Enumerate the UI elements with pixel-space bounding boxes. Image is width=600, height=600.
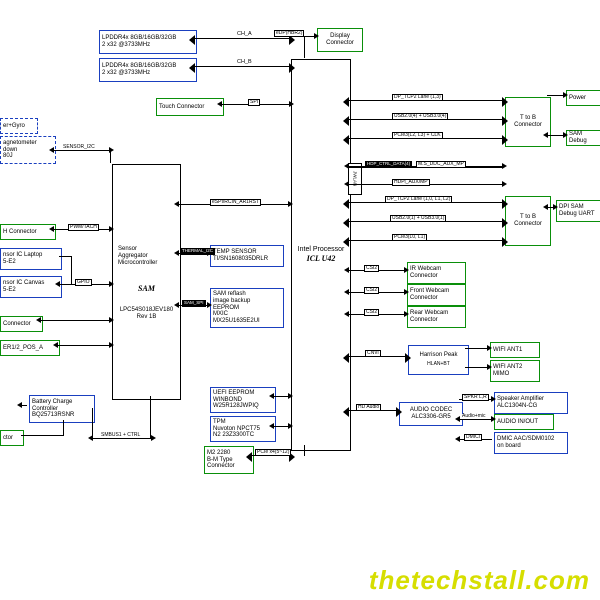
label-msddc: M.S_DDC_AUX_MP	[416, 161, 466, 168]
label-pcie23: PCIe3(L2, L3) + CLK	[392, 132, 443, 139]
dpi-sam-conn: DPI SAMDebug UART	[556, 200, 600, 222]
power-conn: Power	[566, 90, 600, 106]
label-espi: eSPI/RCIN_AR1RST	[210, 199, 261, 206]
smbus-v2	[92, 408, 93, 438]
gyro-block: er+Gyro	[0, 118, 38, 134]
watermark: thetechstall.com	[369, 565, 590, 596]
label-aiom: Audio+mic	[461, 414, 486, 419]
display-connector: DisplayConnector	[317, 28, 363, 52]
sam-part: LPC54S018JEV180Rev 1B	[120, 307, 173, 321]
hlan-label: HLAN+BT	[427, 362, 450, 368]
label-spkr: SPKR L,R	[462, 394, 489, 401]
gpio-v	[71, 256, 72, 284]
sam-debug-conn: SAM Debug	[566, 130, 600, 146]
wifi-ant2: WIFI ANT2MIMO	[490, 360, 540, 382]
tpm: TPMNuvoton NPCT75N2 23Z3300TC	[210, 416, 276, 442]
temp-sensor: TEMP SENSORTI/SN1608035DRLR	[210, 245, 284, 267]
touch-connector: Touch Connector	[156, 98, 224, 116]
harrison-peak: Harrison Peak HLAN+BT	[408, 345, 469, 375]
wifi-ant1: WIFI ANT1	[490, 342, 540, 358]
line-posa	[57, 345, 110, 346]
label-cnvi: CNVi	[365, 350, 381, 357]
label-csi2a: CSI2	[364, 265, 379, 272]
ir-webcam: IR WebcamConnector	[407, 262, 466, 284]
bus-smbus	[92, 438, 152, 439]
label-smbus: SMBUS1 + CTRL	[100, 433, 141, 438]
label-dp-tcp-1: DP_TCP2 Lane (1,3)	[392, 94, 443, 101]
line-tpm	[273, 426, 289, 427]
line-m2v	[304, 445, 305, 456]
label-ch-b: CH_B	[236, 60, 253, 66]
uefi-eeprom: UEFI EEPROMWINBONDW25R128JWPIQ	[210, 387, 276, 413]
sam-desc: SensorAggregatorMicrocontroller	[115, 243, 160, 270]
line-batt-v	[63, 420, 64, 436]
label-edp: eDP(HBR2)	[274, 30, 304, 37]
cpu-model: ICL U42	[307, 254, 336, 263]
line-batt-l	[21, 405, 27, 406]
sensor-canvas: nsor IC Canvas5-E2	[0, 276, 62, 298]
line-batt-b	[21, 435, 64, 436]
label-hdaudio: HD Audio	[356, 404, 381, 411]
label-pwm: PWM/TACH	[68, 224, 99, 231]
label-ch-a: CH_A	[236, 32, 253, 38]
magnetometer-block: agnetometerdown80J	[0, 136, 56, 164]
pos-a: ER1/2_POS_A	[0, 340, 60, 356]
conn-h: H Connector	[0, 224, 56, 240]
label-hdpi-aux: HDPi_AUX/MP	[392, 179, 430, 186]
line-wifi1	[465, 348, 488, 349]
line-conn3	[40, 320, 110, 321]
label-usb34: USB2.0(4) + USB3.0(4)	[392, 113, 448, 120]
line-wifi2	[465, 367, 488, 368]
harrison-label: Harrison Peak	[419, 352, 457, 359]
dmic: DMIC AAC/SDM0102on board	[494, 432, 568, 454]
line-samdebug	[547, 135, 564, 136]
sam-block: SensorAggregatorMicrocontroller SAM LPC5…	[112, 164, 181, 400]
label-usb31: USB2.0(1) + USB3.0(1)	[390, 215, 446, 222]
bus-ch-a	[194, 38, 290, 39]
cpu-block: Intel Processor ICL U42	[291, 59, 351, 451]
label-csi2b: CSI2	[364, 287, 379, 294]
line-uefi	[273, 396, 289, 397]
label-pcie45: PCIe x4(5~12)	[255, 449, 291, 456]
label-thermal: THERMAL_I2C	[180, 248, 215, 255]
rear-webcam: Rear WebcamConnector	[407, 306, 466, 328]
bus-edp-h	[304, 36, 315, 37]
line-dpisam	[547, 207, 554, 208]
t2b-conn-1: T to BConnector	[505, 97, 551, 147]
line-power	[547, 95, 564, 96]
sam-reflash: SAM reflashimage backupEEPROMMXICMX25U16…	[210, 288, 284, 328]
smbus-v	[150, 396, 151, 438]
v1	[110, 150, 111, 163]
ctor: ctor	[0, 430, 24, 446]
bus-edp-v	[304, 36, 305, 58]
sensor-laptop: nsor IC Laptop5-E2	[0, 248, 62, 270]
label-hdpctrl: HDP_CTRL_DATA(4)	[365, 161, 412, 168]
sam-name: SAM	[138, 284, 155, 293]
line-aio	[459, 419, 492, 420]
label-dp-tcp-2: DP_TCP2 Lane (1,0, L1, L2)	[385, 196, 452, 203]
bus-sensor-i2c	[53, 150, 110, 151]
label-sensori2c: SENSOR_I2C	[62, 145, 96, 150]
label-dmici: DMICi	[464, 434, 482, 441]
gpio-b1	[59, 256, 71, 257]
label-samspi: SAM_SPI	[182, 300, 206, 307]
label-pcie01: PCIe3(L0, L1)	[392, 234, 427, 241]
audio-io: AUDIO IN/OUT	[494, 414, 554, 430]
bus-ch-b	[194, 66, 290, 67]
label-csi2c: CSI2	[364, 309, 379, 316]
battery-controller: Battery ChargeControllerBQ25713RSNR	[29, 395, 95, 423]
audio-codec: AUDIO CODECALC3306-GR5	[399, 402, 463, 426]
lpddr-a: LPDDR4x 8GB/16GB/32GB2 x32 @3733MHz	[99, 30, 197, 54]
cpu-name: Intel Processor	[298, 246, 345, 254]
label-gpio: GPIO	[75, 279, 92, 286]
label-spi: SPI	[248, 99, 260, 106]
speaker-amp: Speaker AmplifierALC1304N-CG	[494, 392, 568, 414]
front-webcam: Front WebcamConnector	[407, 284, 466, 306]
lpddr-b: LPDDR4x 8GB/16GB/32GB2 x32 @3733MHz	[99, 58, 197, 82]
